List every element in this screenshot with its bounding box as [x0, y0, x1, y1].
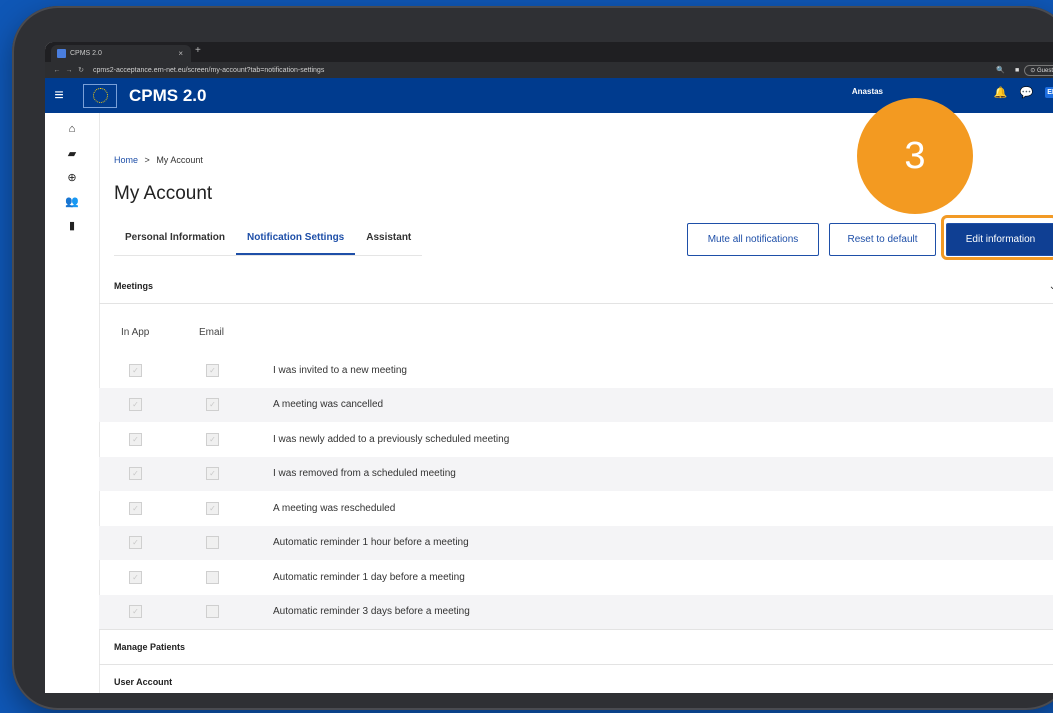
notification-label: I was invited to a new meeting: [273, 364, 407, 376]
tab-notification-settings[interactable]: Notification Settings: [236, 223, 356, 255]
bell-icon[interactable]: 🔔: [994, 86, 1008, 99]
eu-logo: [83, 83, 117, 108]
users-icon[interactable]: 👥: [45, 189, 99, 213]
email-checkbox[interactable]: ✓: [206, 398, 219, 412]
email-checkbox[interactable]: ✓: [206, 363, 219, 377]
section-manage-patients[interactable]: Manage Patients ›: [99, 629, 1053, 665]
notification-label: Automatic reminder 1 hour before a meeti…: [273, 537, 469, 549]
notification-label: I was newly added to a previously schedu…: [273, 433, 510, 445]
in-app-checkbox[interactable]: ✓: [129, 570, 142, 584]
notification-row: ✓ Automatic reminder 3 days before a mee…: [99, 594, 1053, 629]
url-field[interactable]: cpms2-acceptance.ern-net.eu/screen/my-ac…: [93, 67, 991, 74]
tablet-frame: CPMS 2.0 × + ← → ↻ cpms2-acceptance.ern-…: [12, 6, 1053, 710]
in-app-checkbox[interactable]: ✓: [129, 501, 142, 515]
notification-row: ✓ ✓ I was newly added to a previously sc…: [99, 422, 1053, 457]
page-title: My Account: [114, 183, 213, 204]
section-manage-patients-label: Manage Patients: [114, 642, 186, 652]
reset-default-button[interactable]: Reset to default: [829, 223, 936, 256]
browser-tab[interactable]: CPMS 2.0 ×: [51, 45, 191, 62]
email-checkbox[interactable]: [206, 605, 219, 619]
app-title: CPMS 2.0: [129, 85, 207, 105]
back-icon[interactable]: ←: [51, 67, 63, 74]
eu-stars-icon: [92, 88, 108, 103]
email-checkbox[interactable]: ✓: [206, 467, 219, 481]
section-user-account-label: User Account: [114, 677, 173, 687]
screen: CPMS 2.0 × + ← → ↻ cpms2-acceptance.ern-…: [45, 42, 1053, 693]
notification-row: ✓ Automatic reminder 1 hour before a mee…: [99, 525, 1053, 560]
notification-row: ✓ ✓ I was removed from a scheduled meeti…: [99, 456, 1053, 491]
guest-profile-button[interactable]: ⊙ Guest: [1024, 64, 1053, 76]
notification-row: ✓ Automatic reminder 1 day before a meet…: [99, 560, 1053, 595]
breadcrumb-separator: >: [144, 155, 150, 165]
notification-row: ✓ ✓ A meeting was rescheduled: [99, 491, 1053, 526]
notification-row: ✓ ✓ I was invited to a new meeting: [99, 353, 1053, 388]
breadcrumb: Home > My Account: [114, 155, 203, 165]
add-circle-icon[interactable]: ⊕: [45, 165, 99, 189]
sidebar: ⌂ ▰ ⊕ 👥 ▮: [45, 113, 100, 693]
home-icon[interactable]: ⌂: [45, 117, 99, 141]
email-checkbox[interactable]: ✓: [206, 432, 219, 446]
chat-icon[interactable]: 💬: [1020, 86, 1034, 99]
in-app-checkbox[interactable]: ✓: [129, 605, 142, 619]
email-checkbox[interactable]: ✓: [206, 501, 219, 515]
in-app-checkbox[interactable]: ✓: [129, 467, 142, 481]
zoom-icon[interactable]: 🔍: [996, 66, 1005, 74]
folder-icon[interactable]: ▰: [45, 141, 99, 165]
notification-label: Automatic reminder 3 days before a meeti…: [273, 606, 470, 618]
header-icons: 🔔 💬 EN: [994, 86, 1053, 99]
close-tab-icon[interactable]: ×: [178, 49, 183, 58]
email-checkbox[interactable]: [206, 536, 219, 550]
in-app-checkbox[interactable]: ✓: [129, 363, 142, 377]
main-content: Home > My Account My Account Personal In…: [99, 98, 1053, 693]
section-user-account[interactable]: User Account ›: [99, 665, 1053, 693]
address-bar: ← → ↻ cpms2-acceptance.ern-net.eu/screen…: [45, 62, 1053, 78]
document-icon[interactable]: ▮: [45, 213, 99, 237]
notification-label: I was removed from a scheduled meeting: [273, 468, 456, 480]
reload-icon[interactable]: ↻: [75, 66, 87, 74]
browser-tab-title: CPMS 2.0: [70, 50, 102, 57]
guest-label: Guest: [1036, 67, 1053, 74]
breadcrumb-current: My Account: [156, 155, 203, 165]
notification-label: A meeting was cancelled: [273, 399, 384, 411]
column-email: Email: [199, 327, 225, 338]
mute-all-button[interactable]: Mute all notifications: [687, 223, 819, 256]
in-app-checkbox[interactable]: ✓: [129, 398, 142, 412]
hamburger-menu-icon[interactable]: ≡: [47, 87, 71, 105]
user-name[interactable]: Anastas: [852, 87, 883, 96]
notification-list: ✓ ✓ I was invited to a new meeting ✓ ✓ A…: [99, 353, 1053, 629]
column-headers: In App Email: [121, 327, 224, 338]
sidepanel-icon[interactable]: ■: [1015, 67, 1019, 74]
tab-personal-information[interactable]: Personal Information: [114, 223, 236, 255]
edit-button-highlight: [941, 215, 1053, 260]
section-meetings-label: Meetings: [114, 281, 154, 291]
notification-label: Automatic reminder 1 day before a meetin…: [273, 571, 465, 583]
favicon-icon: [57, 49, 66, 58]
in-app-checkbox[interactable]: ✓: [129, 432, 142, 446]
browser-tab-bar: CPMS 2.0 × +: [45, 42, 1053, 62]
notification-label: A meeting was rescheduled: [273, 502, 396, 514]
language-selector[interactable]: EN: [1045, 87, 1053, 98]
tab-assistant[interactable]: Assistant: [355, 223, 422, 255]
new-tab-icon[interactable]: +: [195, 45, 201, 56]
step-badge: 3: [857, 98, 973, 214]
account-tabs: Personal Information Notification Settin…: [114, 223, 423, 256]
section-meetings[interactable]: Meetings ⌄: [99, 269, 1053, 304]
breadcrumb-home[interactable]: Home: [114, 155, 138, 165]
in-app-checkbox[interactable]: ✓: [129, 536, 142, 550]
forward-icon[interactable]: →: [63, 67, 75, 74]
notification-row: ✓ ✓ A meeting was cancelled: [99, 387, 1053, 422]
column-in-app: In App: [121, 327, 150, 338]
email-checkbox[interactable]: [206, 570, 219, 584]
chevron-down-icon[interactable]: ⌄: [1049, 281, 1053, 292]
